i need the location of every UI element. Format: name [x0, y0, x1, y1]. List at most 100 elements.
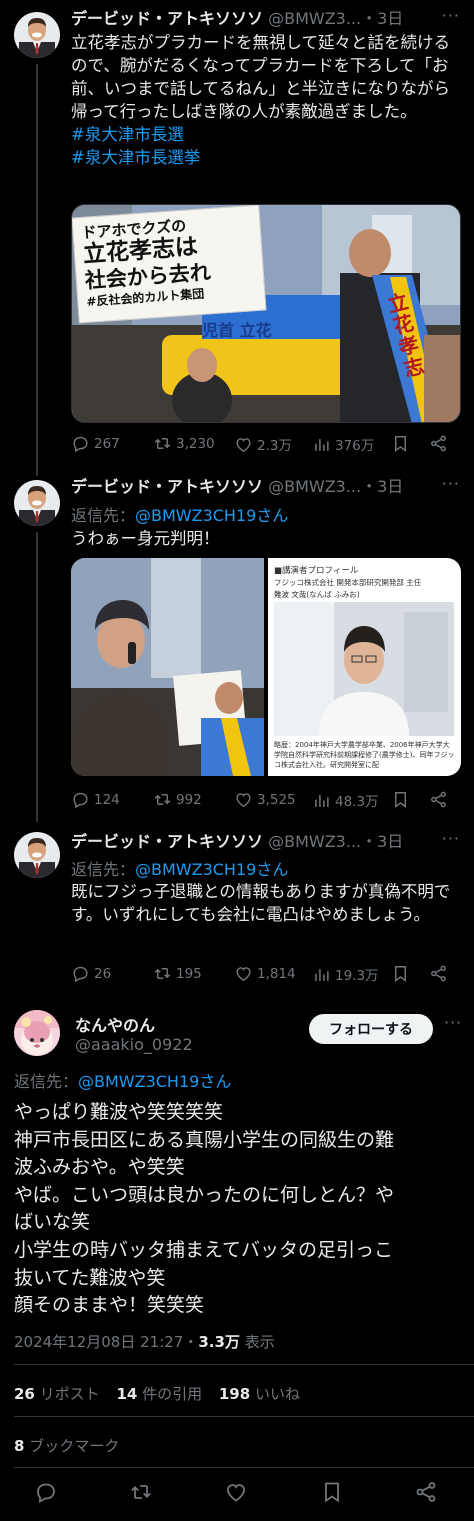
avatar[interactable]	[14, 832, 60, 878]
share-button[interactable]	[429, 434, 448, 453]
retweet-icon[interactable]	[129, 1480, 153, 1504]
share-icon	[429, 434, 448, 453]
like-button[interactable]: 2.3万	[234, 434, 292, 454]
more-icon[interactable]: ···	[442, 829, 460, 848]
mention-link[interactable]: @BMWZ3CH19さん	[135, 506, 288, 525]
tweet-line: 波ふみおや。や笑笑	[14, 1156, 185, 1179]
timestamp[interactable]: ・3日	[361, 477, 403, 496]
tweet-3[interactable]: デービッド・アトキソソソ @BMWZ3...・3日 ··· 返信先：@BMWZ3…	[0, 828, 474, 988]
like-button[interactable]: 1,814	[234, 964, 296, 983]
quote-count: 14	[116, 1385, 138, 1403]
profile-career: 略歴：2004年神戸大学農学部卒業、2006年神戸大学大学院自然科学研究科前期課…	[274, 741, 455, 769]
bookmark-icon	[391, 434, 410, 453]
repost-label: リポスト	[34, 1385, 100, 1403]
mention-link[interactable]: @BMWZ3CH19さん	[78, 1072, 231, 1091]
display-name[interactable]: なんやのん	[75, 1012, 155, 1036]
tweet-line: やっぱり難波や笑笑笑笑	[14, 1101, 224, 1123]
display-name[interactable]: デービッド・アトキソソソ	[71, 832, 263, 851]
bookmarks-stat[interactable]: 8 ブックマーク	[14, 1435, 119, 1456]
like-icon	[234, 790, 253, 809]
photo-right[interactable]: ■講演者プロフィール フジッコ株式会社 開発本部研究開発部 主任 難波 文哉(な…	[268, 558, 461, 776]
handle[interactable]: @BMWZ3...	[268, 832, 361, 851]
tweet-1[interactable]: デービッド・アトキソソソ @BMWZ3...・3日 ··· 立花孝志がプラカード…	[0, 0, 474, 476]
tweet-photo[interactable]: ドアホでクズの 立花孝志は 社会から去れ #反社会的カルト集団 児首 立花 立花…	[71, 204, 461, 423]
tweet-header: デービッド・アトキソソソ @BMWZ3...・3日	[71, 477, 464, 497]
retweet-button[interactable]: 3,230	[153, 434, 215, 453]
hashtag-link[interactable]: #泉大津市長選挙	[71, 146, 460, 169]
view-count: 48.3万	[335, 794, 379, 810]
views-button[interactable]: 48.3万	[312, 790, 379, 810]
photo-left[interactable]	[71, 558, 264, 776]
reply-label: 返信先：	[71, 860, 136, 879]
views-button[interactable]: 19.3万	[312, 964, 379, 984]
handle[interactable]: @aaakio_0922	[75, 1035, 193, 1054]
handle[interactable]: @BMWZ3...	[268, 9, 361, 28]
reply-button[interactable]: 26	[71, 964, 111, 983]
timestamp[interactable]: ・3日	[361, 9, 403, 28]
view-count: 3.3万	[198, 1333, 240, 1351]
tweet-line: 顔そのままや！笑笑笑	[14, 1294, 205, 1317]
share-button[interactable]	[429, 964, 448, 983]
share-icon[interactable]	[414, 1480, 438, 1504]
like-button[interactable]: 3,525	[234, 790, 296, 809]
likes-stat[interactable]: 198 いいね	[219, 1385, 300, 1403]
tweet-line: ばいな笑	[14, 1211, 91, 1234]
retweet-button[interactable]: 992	[153, 790, 202, 809]
share-button[interactable]	[429, 790, 448, 809]
repost-count: 26	[14, 1385, 35, 1403]
tweet-2[interactable]: デービッド・アトキソソソ @BMWZ3...・3日 ··· 返信先：@BMWZ3…	[0, 474, 474, 822]
placard: ドアホでクズの 立花孝志は 社会から去れ #反社会的カルト集団	[72, 205, 267, 324]
tweet-line: 神戸市長田区にある真陽小学生の同級生の難	[14, 1128, 395, 1151]
reply-context: 返信先：@BMWZ3CH19さん	[71, 502, 288, 526]
avatar[interactable]	[14, 12, 60, 58]
views-icon	[312, 965, 331, 984]
tweet-line: 抜いてた難波や笑	[14, 1266, 166, 1289]
reply-icon	[71, 964, 90, 983]
share-icon	[429, 790, 448, 809]
thread-line	[36, 532, 38, 822]
hashtag-link[interactable]: #泉大津市長選	[71, 123, 460, 146]
tweet-body: 立花孝志がプラカードを無視して延々と話を続けるので、腕がだるくなってプラカードを…	[71, 33, 451, 121]
more-icon[interactable]: ···	[442, 6, 460, 25]
tweet-text: 立花孝志がプラカードを無視して延々と話を続けるので、腕がだるくなってプラカードを…	[71, 31, 460, 169]
retweet-button[interactable]: 195	[153, 964, 202, 983]
bookmark-label: ブックマーク	[24, 1437, 120, 1455]
like-icon	[234, 435, 253, 454]
like-label: いいね	[250, 1385, 300, 1403]
view-count: 376万	[335, 438, 375, 454]
more-icon[interactable]: ···	[444, 1013, 462, 1032]
engagement-stats: 26 リポスト 14 件の引用 198 いいね	[14, 1383, 312, 1404]
profile-photo	[274, 602, 454, 736]
follow-button[interactable]: フォローする	[309, 1014, 433, 1044]
more-icon[interactable]: ···	[442, 474, 460, 493]
tweet-meta: 2024年12月08日 21:27・3.3万 表示	[14, 1331, 275, 1352]
tweet-text: 既にフジっ子退職との情報もありますが真偽不明です。いずれにしても会社に電凸はやめ…	[71, 880, 460, 926]
bookmark-button[interactable]	[391, 790, 410, 809]
quotes-stat[interactable]: 14 件の引用	[116, 1385, 202, 1403]
bookmark-icon	[391, 964, 410, 983]
reply-icon[interactable]	[34, 1480, 58, 1504]
like-icon[interactable]	[224, 1480, 248, 1504]
bookmark-button[interactable]	[391, 434, 410, 453]
avatar[interactable]	[14, 480, 60, 526]
reply-button[interactable]: 267	[71, 434, 120, 453]
mention-link[interactable]: @BMWZ3CH19さん	[135, 860, 288, 879]
bookmark-button[interactable]	[391, 964, 410, 983]
display-name[interactable]: デービッド・アトキソソソ	[71, 477, 263, 496]
profile-name: 難波 文哉(なんば ふみお)	[274, 590, 360, 599]
retweet-icon	[153, 790, 172, 809]
timestamp[interactable]: ・3日	[361, 832, 403, 851]
tweet-text: うわぁー身元判明！	[71, 527, 460, 550]
avatar[interactable]	[14, 1010, 60, 1056]
handle[interactable]: @BMWZ3...	[268, 477, 361, 496]
banner-text: 児首 立花	[202, 321, 272, 340]
reply-button[interactable]: 124	[71, 790, 120, 809]
views-icon	[312, 435, 331, 454]
timestamp[interactable]: 2024年12月08日 21:27・	[14, 1333, 198, 1351]
views-label: 表示	[239, 1333, 275, 1351]
bookmark-icon[interactable]	[320, 1480, 344, 1504]
views-button[interactable]: 376万	[312, 434, 374, 454]
display-name[interactable]: デービッド・アトキソソソ	[71, 9, 263, 28]
reply-label: 返信先：	[14, 1072, 79, 1091]
reposts-stat[interactable]: 26 リポスト	[14, 1385, 100, 1403]
